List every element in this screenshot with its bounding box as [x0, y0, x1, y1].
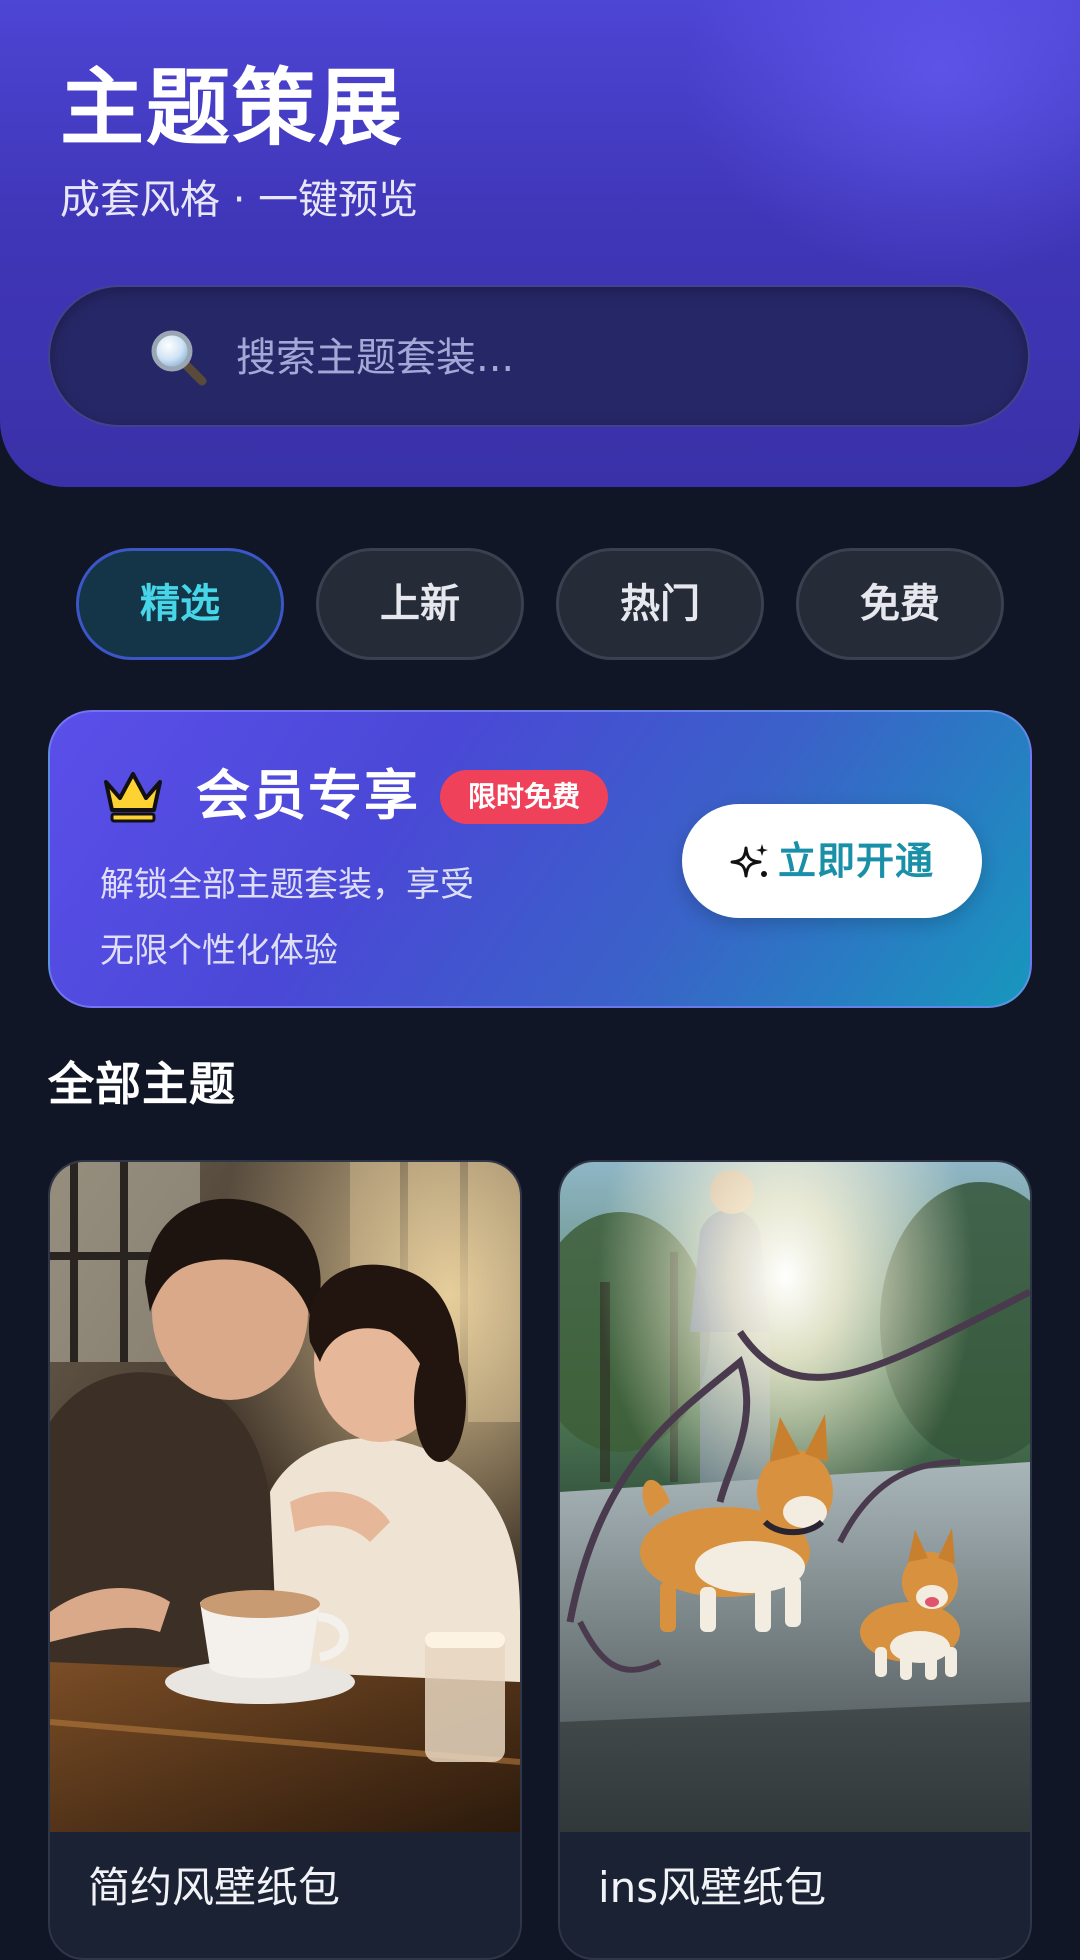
tab-hot[interactable]: 热门: [556, 548, 764, 660]
sparkle-icon: [730, 844, 768, 878]
tab-free[interactable]: 免费: [796, 548, 1004, 660]
tab-featured[interactable]: 精选: [76, 548, 284, 660]
limited-free-badge: 限时免费: [440, 770, 608, 824]
filter-tabs: 精选 上新 热门 免费: [76, 548, 1006, 660]
theme-name: 简约风壁纸包: [88, 1863, 341, 1912]
tab-new[interactable]: 上新: [316, 548, 524, 660]
search-icon: [151, 330, 207, 386]
activate-now-label: 立即开通: [778, 839, 935, 883]
page-subtitle: 成套风格 · 一键预览: [60, 177, 419, 223]
page-title: 主题策展: [60, 59, 405, 157]
vip-description: 解锁全部主题套装，享受 无限个性化体验: [100, 852, 520, 984]
vip-description-line: 无限个性化体验: [100, 931, 338, 971]
vip-description-line: 解锁全部主题套装，享受: [100, 865, 474, 905]
section-title: 全部主题: [48, 1057, 236, 1111]
theme-card[interactable]: ins风壁纸包: [558, 1160, 1032, 1960]
vip-banner[interactable]: 会员专享 限时免费 解锁全部主题套装，享受 无限个性化体验 立即开通: [48, 710, 1032, 1008]
crown-icon: [104, 772, 162, 823]
search-bar[interactable]: [48, 285, 1030, 427]
search-input[interactable]: [236, 331, 936, 385]
theme-card[interactable]: 简约风壁纸包: [48, 1160, 522, 1960]
theme-preview-image: [560, 1162, 1030, 1832]
header: 主题策展 成套风格 · 一键预览: [0, 0, 1080, 487]
theme-name: ins风壁纸包: [598, 1863, 827, 1912]
activate-now-button[interactable]: 立即开通: [682, 804, 982, 918]
theme-preview-image: [50, 1162, 520, 1832]
vip-title: 会员专享: [196, 764, 420, 827]
